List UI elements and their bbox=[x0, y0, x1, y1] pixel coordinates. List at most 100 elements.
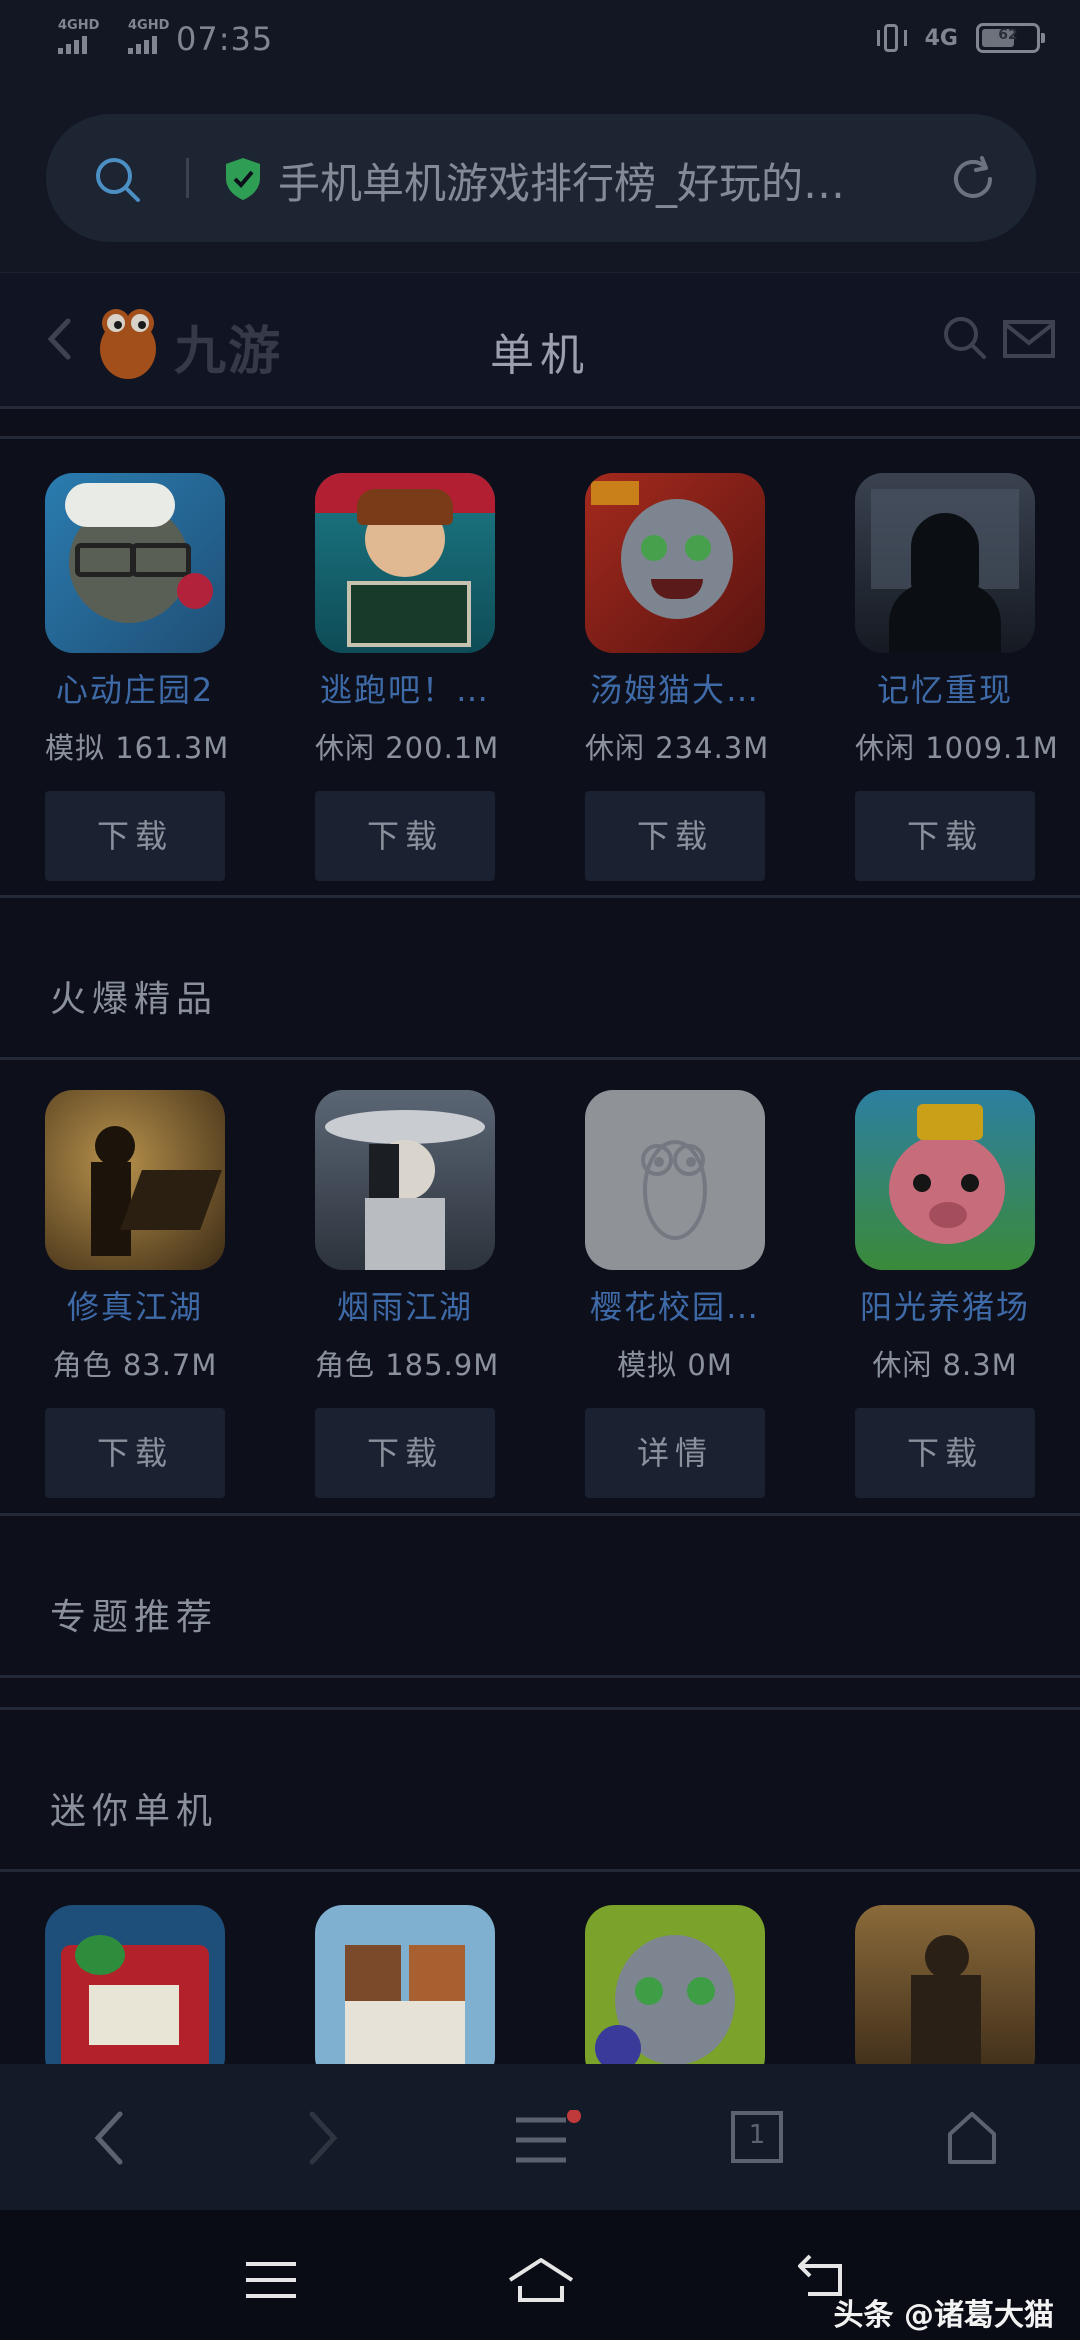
game-meta: 休闲 234.3M bbox=[585, 725, 768, 767]
game-icon[interactable] bbox=[45, 473, 225, 653]
game-name[interactable]: 记忆重现 bbox=[855, 665, 1035, 711]
game-category: 模拟 bbox=[45, 731, 106, 765]
game-card[interactable]: 阳光养猪场 休闲 8.3M 下载 bbox=[855, 1090, 1035, 1498]
game-size: 1009.1M bbox=[925, 731, 1059, 765]
game-meta: 模拟 161.3M bbox=[45, 725, 228, 767]
game-icon[interactable] bbox=[855, 473, 1035, 653]
game-icon[interactable] bbox=[315, 1090, 495, 1270]
section-title-mini: 迷你单机 bbox=[50, 1791, 219, 1832]
game-card[interactable] bbox=[855, 1905, 1035, 2065]
game-icon[interactable] bbox=[45, 1090, 225, 1270]
game-size: 185.9M bbox=[385, 1348, 500, 1382]
forward-icon[interactable] bbox=[306, 2110, 340, 2166]
game-size: 161.3M bbox=[115, 731, 230, 765]
placeholder-icon[interactable] bbox=[585, 1090, 765, 1270]
site-header: 九游 单机 bbox=[0, 272, 1080, 407]
system-nav-bar: 头条 @诸葛大猫 bbox=[0, 2210, 1080, 2340]
game-card[interactable] bbox=[45, 1905, 225, 2065]
game-card[interactable]: 逃跑吧！… 休闲 200.1M 下载 bbox=[315, 473, 498, 881]
game-meta: 角色 83.7M bbox=[45, 1342, 225, 1384]
mobile-data-label: 4G bbox=[924, 25, 958, 51]
watermark: 头条 @诸葛大猫 bbox=[833, 2298, 1054, 2333]
game-icon[interactable] bbox=[315, 1905, 495, 2065]
game-category: 模拟 bbox=[617, 1348, 678, 1382]
game-card[interactable] bbox=[585, 1905, 765, 2065]
network-label-2: 4GHD bbox=[128, 18, 170, 33]
download-button[interactable]: 下载 bbox=[45, 791, 225, 881]
game-icon[interactable] bbox=[585, 1905, 765, 2065]
game-meta: 模拟 0M bbox=[585, 1342, 765, 1384]
download-button[interactable]: 下载 bbox=[855, 1408, 1035, 1498]
download-button[interactable]: 下载 bbox=[315, 1408, 495, 1498]
network-label-1: 4GHD bbox=[58, 18, 100, 33]
game-card[interactable]: 烟雨江湖 角色 185.9M 下载 bbox=[315, 1090, 498, 1498]
search-icon[interactable] bbox=[940, 313, 990, 363]
notification-dot bbox=[567, 2110, 581, 2123]
vibrate-icon bbox=[876, 22, 907, 54]
game-icon[interactable] bbox=[855, 1090, 1035, 1270]
search-icon[interactable] bbox=[92, 154, 144, 206]
download-button[interactable]: 下载 bbox=[315, 791, 495, 881]
recents-icon[interactable] bbox=[244, 2260, 298, 2300]
refresh-icon[interactable] bbox=[946, 152, 1000, 206]
network-indicator-2: 4GHD bbox=[128, 18, 176, 58]
game-size: 0M bbox=[687, 1348, 733, 1382]
url-title[interactable]: 手机单机游戏排行榜_好玩的… bbox=[278, 150, 918, 211]
game-category: 休闲 bbox=[872, 1348, 933, 1382]
divider bbox=[0, 1513, 1080, 1516]
divider bbox=[0, 1675, 1080, 1678]
browser-toolbar: 手机单机游戏排行榜_好玩的… bbox=[0, 84, 1080, 272]
game-card[interactable]: 汤姆猫大… 休闲 234.3M 下载 bbox=[585, 473, 768, 881]
game-category: 休闲 bbox=[855, 731, 916, 765]
mail-icon[interactable] bbox=[1002, 319, 1056, 359]
game-name[interactable]: 阳光养猪场 bbox=[855, 1282, 1035, 1328]
game-category: 休闲 bbox=[315, 731, 376, 765]
game-icon[interactable] bbox=[45, 1905, 225, 2065]
game-category: 角色 bbox=[315, 1348, 376, 1382]
game-card[interactable]: 樱花校园… 模拟 0M 详情 bbox=[585, 1090, 765, 1498]
game-name[interactable]: 汤姆猫大… bbox=[585, 665, 765, 711]
home-icon[interactable] bbox=[944, 2110, 1000, 2166]
game-name[interactable]: 逃跑吧！… bbox=[315, 665, 495, 711]
details-button[interactable]: 详情 bbox=[585, 1408, 765, 1498]
divider bbox=[0, 436, 1080, 439]
browser-bottom-nav: 1 bbox=[0, 2064, 1080, 2210]
address-divider bbox=[186, 158, 189, 198]
game-meta: 角色 185.9M bbox=[315, 1342, 498, 1384]
back-icon[interactable] bbox=[92, 2110, 126, 2166]
game-name[interactable]: 心动庄园2 bbox=[45, 665, 225, 711]
shield-icon bbox=[226, 158, 260, 200]
section-title-topics[interactable]: 专题推荐 bbox=[50, 1588, 218, 1640]
game-size: 200.1M bbox=[385, 731, 500, 765]
signal-bars-icon bbox=[128, 36, 157, 54]
address-bar[interactable]: 手机单机游戏排行榜_好玩的… bbox=[46, 114, 1036, 242]
download-button[interactable]: 下载 bbox=[585, 791, 765, 881]
status-bar: 4GHD 4GHD 07:35 4G 62 bbox=[0, 0, 1080, 84]
game-icon[interactable] bbox=[855, 1905, 1035, 2065]
game-name[interactable]: 烟雨江湖 bbox=[315, 1282, 495, 1328]
game-row-top: 心动庄园2 模拟 161.3M 下载 逃跑吧！… 休闲 200.1M 下载 汤姆… bbox=[0, 473, 1080, 893]
game-card[interactable]: 修真江湖 角色 83.7M 下载 bbox=[45, 1090, 225, 1498]
divider bbox=[0, 1707, 1080, 1710]
game-icon[interactable] bbox=[315, 473, 495, 653]
game-card[interactable]: 记忆重现 休闲 1009.1M 下载 bbox=[855, 473, 1058, 881]
download-button[interactable]: 下载 bbox=[855, 791, 1035, 881]
tab-count: 1 bbox=[748, 2120, 766, 2150]
game-size: 234.3M bbox=[655, 731, 770, 765]
game-category: 角色 bbox=[52, 1348, 113, 1382]
game-name[interactable]: 修真江湖 bbox=[45, 1282, 225, 1328]
status-time: 07:35 bbox=[176, 20, 274, 58]
menu-icon[interactable] bbox=[512, 2110, 582, 2170]
system-home-icon[interactable] bbox=[506, 2256, 576, 2304]
game-row-mini bbox=[0, 1905, 1080, 2065]
game-row-hot: 修真江湖 角色 83.7M 下载 烟雨江湖 角色 185.9M 下载 樱花校园…… bbox=[0, 1090, 1080, 1510]
game-category: 休闲 bbox=[585, 731, 646, 765]
placeholder-logo-icon bbox=[641, 1140, 707, 1240]
game-icon[interactable] bbox=[585, 473, 765, 653]
game-card[interactable]: 心动庄园2 模拟 161.3M 下载 bbox=[45, 473, 228, 881]
battery-icon: 62 bbox=[976, 23, 1045, 53]
game-name[interactable]: 樱花校园… bbox=[585, 1282, 765, 1328]
game-card[interactable] bbox=[315, 1905, 495, 2065]
download-button[interactable]: 下载 bbox=[45, 1408, 225, 1498]
divider bbox=[0, 406, 1080, 409]
